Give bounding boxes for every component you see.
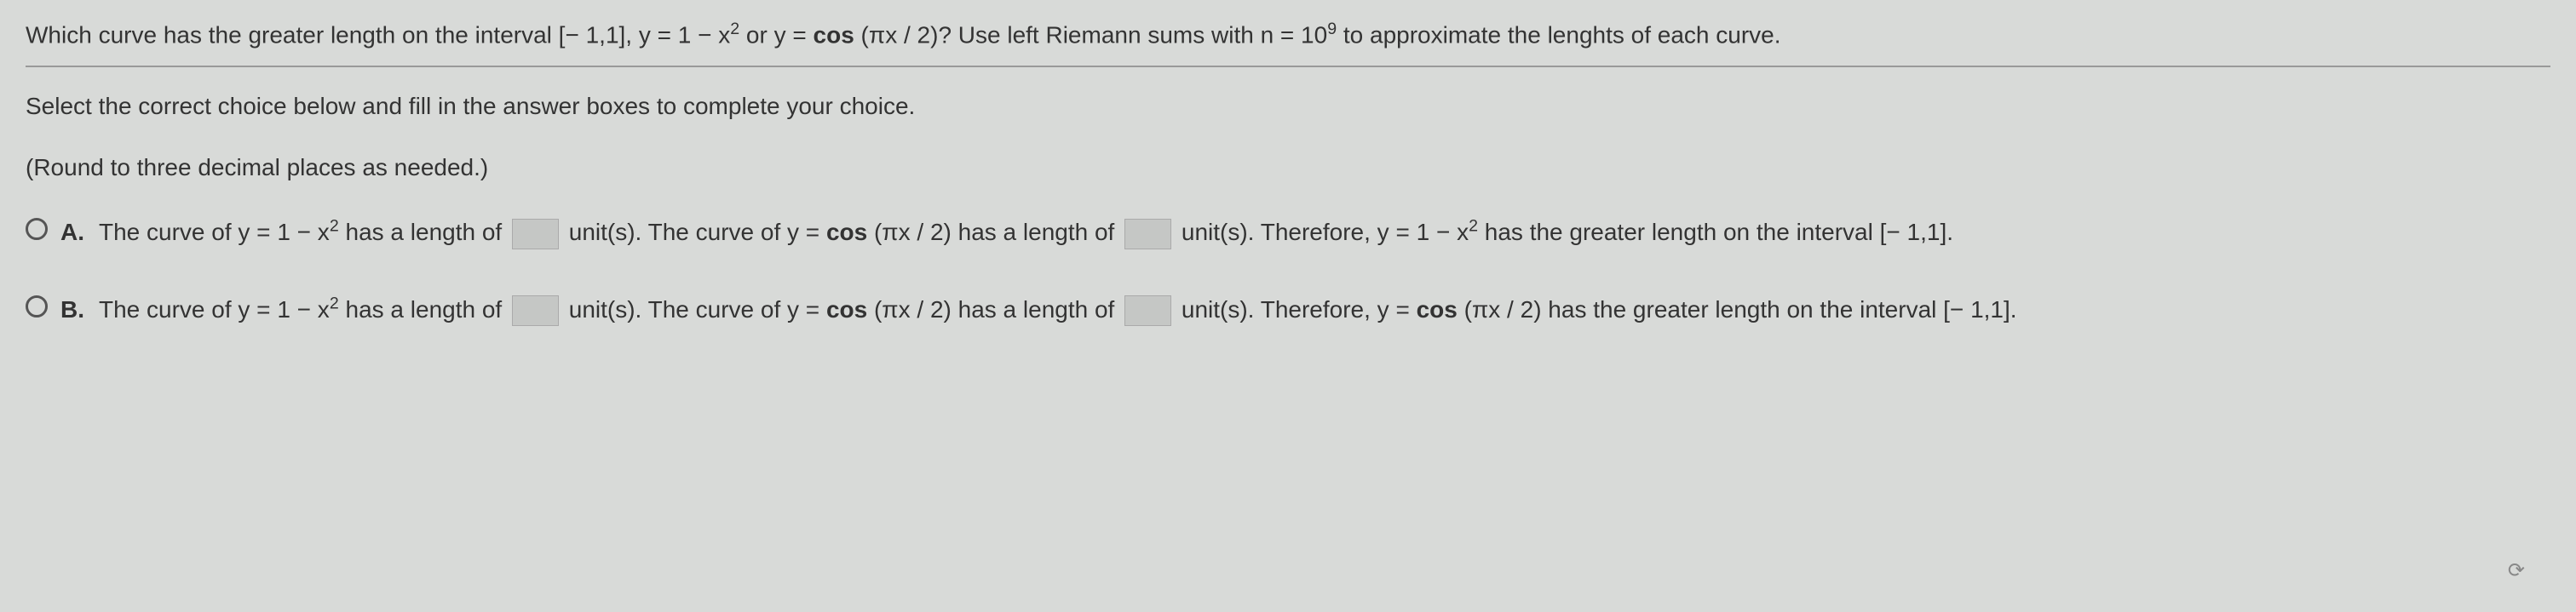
question-cos: cos: [814, 21, 854, 48]
refresh-icon[interactable]: ⟳: [2508, 556, 2525, 586]
choice-a-p3: unit(s). The curve of y =: [562, 219, 826, 245]
choice-b-cos2: cos: [1417, 296, 1458, 323]
choice-b-row: B. The curve of y = 1 − x2 has a length …: [26, 289, 2550, 331]
choice-b-cos1: cos: [826, 296, 867, 323]
choice-a-text: The curve of y = 1 − x2 has a length of …: [99, 211, 2550, 254]
answer-box-b1[interactable]: [512, 295, 559, 326]
choice-a-p1: The curve of y = 1 − x: [99, 219, 330, 245]
answer-box-a1[interactable]: [512, 219, 559, 249]
question-exponent-2: 9: [1327, 20, 1337, 38]
question-mid2: (πx / 2)? Use left Riemann sums with n =…: [854, 21, 1327, 48]
choice-a-p4: (πx / 2) has a length of: [867, 219, 1121, 245]
question-exponent-1: 2: [730, 20, 739, 38]
choice-b-p5: unit(s). Therefore, y =: [1175, 296, 1417, 323]
question-prefix: Which curve has the greater length on th…: [26, 21, 730, 48]
choice-b-p4: (πx / 2) has a length of: [867, 296, 1121, 323]
instruction-text: Select the correct choice below and fill…: [26, 89, 2550, 124]
question-mid1: or y =: [739, 21, 813, 48]
choice-a-label: A.: [60, 214, 86, 250]
choice-b-p2: has a length of: [339, 296, 509, 323]
choice-a-p5: unit(s). Therefore, y = 1 − x: [1175, 219, 1469, 245]
choice-b-e1: 2: [330, 294, 339, 312]
choice-a-p2: has a length of: [339, 219, 509, 245]
choice-a-row: A. The curve of y = 1 − x2 has a length …: [26, 211, 2550, 254]
question-suffix: to approximate the lenghts of each curve…: [1337, 21, 1780, 48]
choice-b-p1: The curve of y = 1 − x: [99, 296, 330, 323]
divider: [26, 66, 2550, 67]
choice-b-text: The curve of y = 1 − x2 has a length of …: [99, 289, 2550, 331]
radio-a[interactable]: [26, 218, 48, 240]
choice-a-p6: has the greater length on the interval […: [1478, 219, 1953, 245]
answer-box-a2[interactable]: [1124, 219, 1171, 249]
choice-a-cos1: cos: [826, 219, 867, 245]
choice-b-p6: (πx / 2) has the greater length on the i…: [1458, 296, 2017, 323]
choice-a-e1: 2: [330, 217, 339, 236]
radio-b[interactable]: [26, 295, 48, 317]
choice-a-e2: 2: [1469, 217, 1478, 236]
choice-b-p3: unit(s). The curve of y =: [562, 296, 826, 323]
hint-text: (Round to three decimal places as needed…: [26, 150, 2550, 186]
answer-box-b2[interactable]: [1124, 295, 1171, 326]
question-text: Which curve has the greater length on th…: [26, 17, 2550, 53]
choice-b-label: B.: [60, 292, 86, 328]
